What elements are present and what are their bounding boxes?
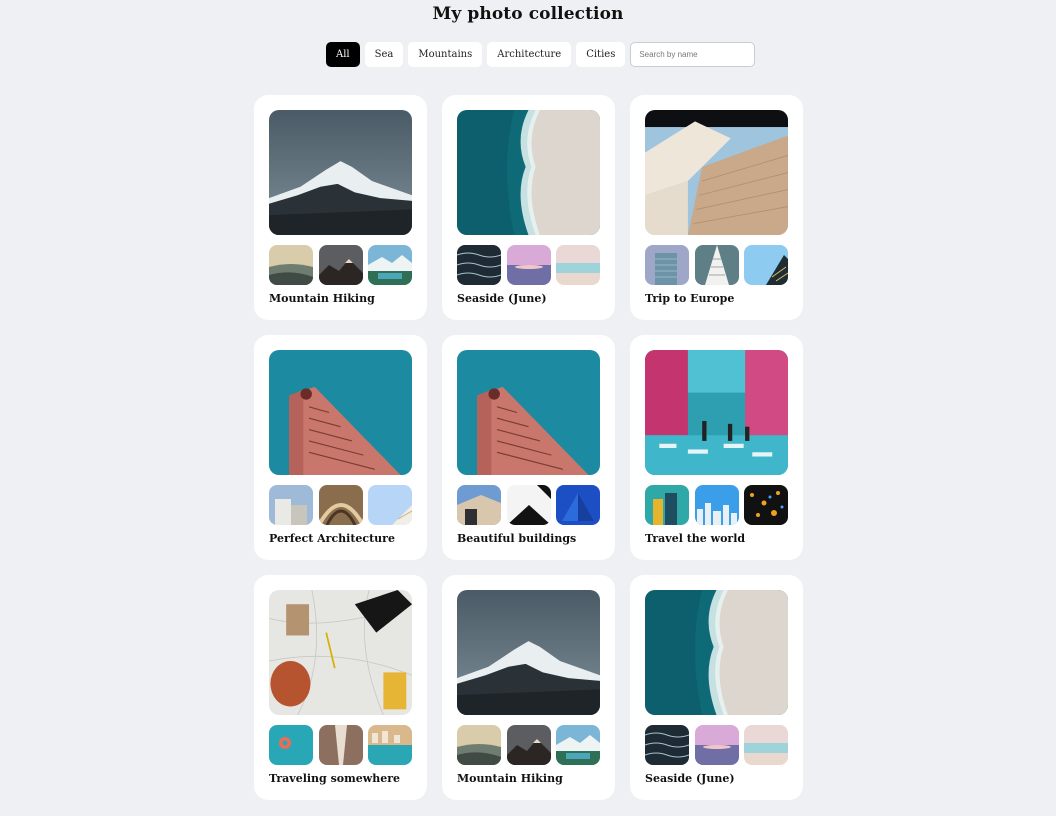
teal-towers-photo[interactable] [645,485,689,525]
filter-bar: All Sea Mountains Architecture Cities [326,42,756,67]
red-tower-photo[interactable] [269,350,412,475]
modern-facade-photo[interactable] [645,110,788,235]
blue-pyramid-photo[interactable] [556,485,600,525]
album-title: Trip to Europe [645,292,735,305]
white-balconies-photo[interactable] [694,245,739,285]
album-title: Seaside (June) [457,292,547,305]
house-angle-photo[interactable] [457,485,501,525]
filter-chip-mountains[interactable]: Mountains [408,42,483,67]
album-card[interactable]: Mountain Hiking [442,575,615,800]
album-title: Seaside (June) [645,772,735,785]
album-card[interactable]: Travel the world [630,335,803,560]
red-tower-photo[interactable] [457,350,600,475]
dusk-peaks-photo[interactable] [318,245,363,285]
narrow-alley-photo[interactable] [318,725,363,765]
album-thumbnails [269,725,412,765]
album-card[interactable]: Traveling somewhere [254,575,427,800]
mountain-photo[interactable] [457,590,600,715]
album-card[interactable]: Seaside (June) [442,95,615,320]
album-title: Mountain Hiking [269,292,375,305]
skyline-photo[interactable] [694,485,739,525]
pastel-shore-photo[interactable] [556,245,600,285]
album-title: Travel the world [645,532,746,545]
mountain-photo[interactable] [269,110,412,235]
misty-hills-photo[interactable] [457,725,501,765]
alpine-lake-photo[interactable] [368,245,412,285]
alpine-lake-photo[interactable] [556,725,600,765]
album-thumbnails [269,485,412,525]
filter-chip-all[interactable]: All [326,42,360,67]
album-card[interactable]: Perfect Architecture [254,335,427,560]
album-title: Beautiful buildings [457,532,577,545]
album-title: Perfect Architecture [269,532,395,545]
album-thumbnails [645,725,788,765]
neon-street-photo[interactable] [645,350,788,475]
album-thumbnails [269,245,412,285]
album-thumbnails [457,725,600,765]
filter-chip-sea[interactable]: Sea [364,42,404,67]
white-blocks-photo[interactable] [269,485,313,525]
pastel-shore-photo[interactable] [744,725,788,765]
balcony-corner-photo[interactable] [368,485,412,525]
beach-float-photo[interactable] [269,725,313,765]
album-thumbnails [457,245,600,285]
travel-map-photo[interactable] [269,590,412,715]
aerial-beach-photo[interactable] [457,110,600,235]
album-title: Mountain Hiking [457,772,563,785]
filter-chip-architecture[interactable]: Architecture [487,42,572,67]
blue-sky-building-photo[interactable] [744,245,788,285]
search-input[interactable] [630,42,756,67]
album-title: Traveling somewhere [269,772,401,785]
filter-chip-cities[interactable]: Cities [576,42,626,67]
dark-waves-photo[interactable] [457,245,501,285]
aerial-beach-photo[interactable] [645,590,788,715]
dusk-peaks-photo[interactable] [506,725,551,765]
arched-ceiling-photo[interactable] [318,485,363,525]
black-white-roof-photo[interactable] [506,485,551,525]
album-thumbnails [645,245,788,285]
album-card[interactable]: Beautiful buildings [442,335,615,560]
dark-waves-photo[interactable] [645,725,689,765]
coastal-town-photo[interactable] [368,725,412,765]
night-lights-photo[interactable] [744,485,788,525]
album-grid: Mountain Hiking Seaside (June) Trip to E… [254,95,803,800]
album-card[interactable]: Seaside (June) [630,575,803,800]
misty-hills-photo[interactable] [269,245,313,285]
page-title: My photo collection [432,4,624,24]
pink-sunset-sea-photo[interactable] [694,725,739,765]
album-card[interactable]: Mountain Hiking [254,95,427,320]
glass-tower-photo[interactable] [645,245,689,285]
album-thumbnails [457,485,600,525]
pink-sunset-sea-photo[interactable] [506,245,551,285]
album-thumbnails [645,485,788,525]
album-card[interactable]: Trip to Europe [630,95,803,320]
